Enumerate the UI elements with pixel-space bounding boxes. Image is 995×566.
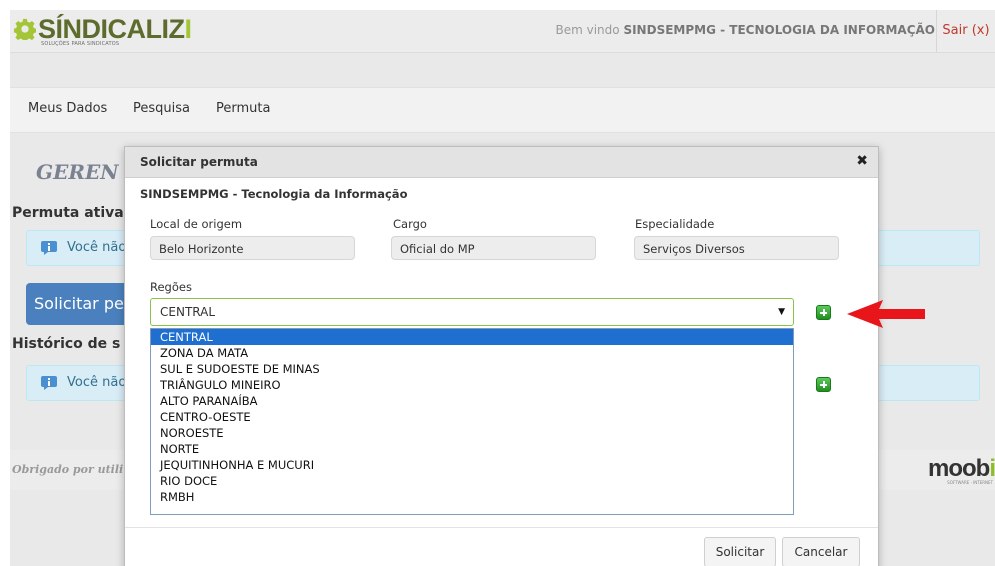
close-icon[interactable]: ✖ [856, 153, 868, 169]
logo-text-main: SÍNDICALIZ [38, 14, 185, 44]
footer-text: Obrigado por utili [12, 463, 124, 476]
region-option[interactable]: CENTRAL [151, 329, 793, 345]
region-option[interactable]: JEQUITINHONHA E MUCURI [151, 457, 793, 473]
origin-field: Belo Horizonte [150, 236, 355, 260]
footer-logo-accent: i [989, 455, 995, 482]
modal-title: Solicitar permuta [140, 155, 258, 169]
info-icon [41, 376, 57, 390]
section-title-active: Permuta ativa [12, 205, 124, 221]
nav-item-meus-dados[interactable]: Meus Dados [28, 101, 107, 116]
request-swap-modal: Solicitar permuta ✖ SINDSEMPMG - Tecnolo… [124, 146, 879, 566]
add-region-button[interactable] [816, 305, 831, 320]
logo-tagline: SOLUÇÕES PARA SINDICATOS [41, 41, 120, 47]
region-option[interactable]: NOROESTE [151, 425, 793, 441]
welcome-prefix: Bem vindo [555, 23, 620, 37]
logo-text-accent: I [184, 14, 193, 44]
modal-footer-divider [125, 527, 878, 528]
info-icon [41, 241, 57, 255]
specialty-label: Especialidade [635, 217, 715, 231]
page: SÍNDICALIZI SOLUÇÕES PARA SINDICATOS Bem… [10, 10, 995, 566]
caret-down-icon: ▼ [778, 307, 785, 317]
origin-label: Local de origem [150, 217, 243, 231]
nav-item-pesquisa[interactable]: Pesquisa [133, 101, 190, 116]
region-option[interactable]: CENTRO-OESTE [151, 409, 793, 425]
section-title-history: Histórico de s [12, 336, 121, 352]
region-select-value: CENTRAL [160, 305, 216, 319]
logo-wordmark: SÍNDICALIZI [38, 14, 192, 44]
modal-header: Solicitar permuta ✖ [125, 147, 878, 178]
region-option[interactable]: RIO DOCE [151, 473, 793, 489]
region-option[interactable]: ALTO PARANAÍBA [151, 393, 793, 409]
region-option[interactable]: TRIÂNGULO MINEIRO [151, 377, 793, 393]
main-nav: Meus Dados Pesquisa Permuta [10, 87, 995, 133]
region-option[interactable]: ZONA DA MATA [151, 345, 793, 361]
welcome-user: SINDSEMPMG - TECNOLOGIA DA INFORMAÇÃO [623, 23, 935, 37]
cancel-button[interactable]: Cancelar [782, 537, 860, 566]
submit-button[interactable]: Solicitar [704, 537, 776, 566]
position-field: Oficial do MP [391, 236, 596, 260]
gear-icon [14, 18, 36, 40]
region-option[interactable]: NORTE [151, 441, 793, 457]
nav-item-permuta[interactable]: Permuta [216, 101, 270, 116]
top-bar: SÍNDICALIZI SOLUÇÕES PARA SINDICATOS Bem… [10, 10, 995, 53]
add-item-button[interactable] [816, 377, 831, 392]
regions-label: Regões [150, 280, 192, 294]
region-dropdown-list[interactable]: CENTRAL ZONA DA MATA SUL E SUDOESTE DE M… [150, 328, 794, 515]
welcome-message: Bem vindo SINDSEMPMG - TECNOLOGIA DA INF… [556, 23, 936, 37]
footer-logo-main: moob [928, 455, 990, 482]
footer-logo-tagline: SOFTWARE · INTERNET [947, 480, 993, 485]
position-label: Cargo [393, 217, 427, 231]
region-option[interactable]: RMBH [151, 489, 793, 505]
region-select[interactable]: CENTRAL ▼ [150, 298, 794, 326]
footer-logo[interactable]: moobi [928, 455, 995, 483]
arrow-left-icon [847, 300, 925, 328]
page-title: GEREN [36, 160, 119, 184]
alert-history-text: Você não [67, 375, 127, 390]
logout-link[interactable]: Sair (x) [936, 10, 995, 52]
specialty-field: Serviços Diversos [634, 236, 839, 260]
alert-active-text: Você não [67, 240, 127, 255]
organization-name: SINDSEMPMG - Tecnologia da Informação [140, 187, 408, 201]
region-option[interactable]: SUL E SUDOESTE DE MINAS [151, 361, 793, 377]
